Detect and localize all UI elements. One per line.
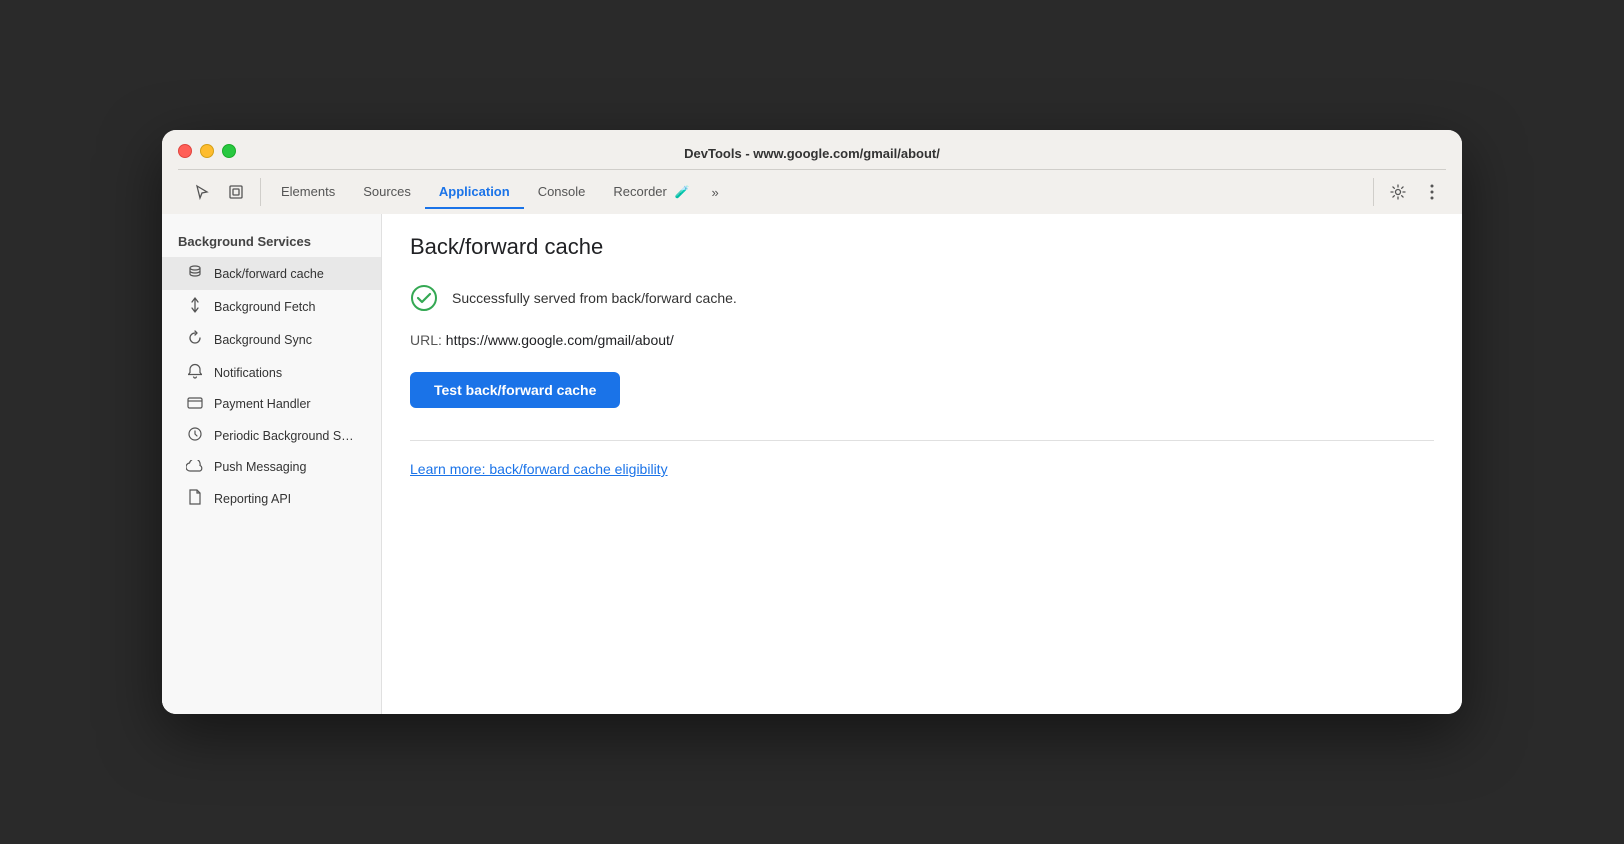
tab-console[interactable]: Console <box>524 176 600 209</box>
sidebar-item-notifications[interactable]: Notifications <box>162 356 381 389</box>
tab-sources[interactable]: Sources <box>349 176 425 209</box>
titlebar: DevTools - www.google.com/gmail/about/ E… <box>162 130 1462 214</box>
sidebar-item-label: Background Fetch <box>214 300 315 314</box>
sidebar-item-payment-handler[interactable]: Payment Handler <box>162 389 381 419</box>
main-content: Back/forward cache Successfully served f… <box>382 214 1462 714</box>
tab-recorder[interactable]: Recorder 🧪 <box>599 176 703 209</box>
sidebar-item-label: Periodic Background S… <box>214 429 354 443</box>
sidebar-item-background-fetch[interactable]: Background Fetch <box>162 290 381 323</box>
test-button[interactable]: Test back/forward cache <box>410 372 620 408</box>
sidebar-item-label: Payment Handler <box>214 397 311 411</box>
sidebar-item-label: Reporting API <box>214 492 291 506</box>
page-title: Back/forward cache <box>410 234 1434 260</box>
sidebar-item-label: Back/forward cache <box>214 267 324 281</box>
url-value: https://www.google.com/gmail/about/ <box>446 332 674 348</box>
inspect-icon[interactable] <box>222 178 250 206</box>
content-area: Background Services Back/forward cache <box>162 214 1462 714</box>
url-label: URL: <box>410 332 442 348</box>
tab-application[interactable]: Application <box>425 176 524 209</box>
sync-icon <box>186 330 204 349</box>
sidebar-item-periodic-background-sync[interactable]: Periodic Background S… <box>162 419 381 452</box>
sidebar-item-push-messaging[interactable]: Push Messaging <box>162 452 381 482</box>
database-icon <box>186 264 204 283</box>
document-icon <box>186 489 204 508</box>
more-tabs-button[interactable]: » <box>703 177 726 208</box>
toolbar-icon-group <box>178 178 261 206</box>
url-row: URL: https://www.google.com/gmail/about/ <box>410 332 1434 348</box>
sidebar: Background Services Back/forward cache <box>162 214 382 714</box>
learn-more-link[interactable]: Learn more: back/forward cache eligibili… <box>410 461 668 477</box>
sidebar-section-title: Background Services <box>162 230 381 257</box>
toolbar: Elements Sources Application Console Rec… <box>178 169 1446 214</box>
tab-elements[interactable]: Elements <box>267 176 349 209</box>
window-title: DevTools - www.google.com/gmail/about/ <box>178 146 1446 161</box>
sidebar-item-back-forward-cache[interactable]: Back/forward cache <box>162 257 381 290</box>
sidebar-item-background-sync[interactable]: Background Sync <box>162 323 381 356</box>
sidebar-item-label: Push Messaging <box>214 460 306 474</box>
bell-icon <box>186 363 204 382</box>
payment-icon <box>186 396 204 412</box>
more-options-icon[interactable] <box>1418 178 1446 206</box>
settings-icon[interactable] <box>1384 178 1412 206</box>
success-row: Successfully served from back/forward ca… <box>410 284 1434 312</box>
cursor-icon[interactable] <box>188 178 216 206</box>
sidebar-item-label: Background Sync <box>214 333 312 347</box>
sidebar-item-label: Notifications <box>214 366 282 380</box>
clock-icon <box>186 426 204 445</box>
toolbar-right <box>1373 178 1446 206</box>
success-icon <box>410 284 438 312</box>
fetch-icon <box>186 297 204 316</box>
cloud-icon <box>186 459 204 475</box>
success-message: Successfully served from back/forward ca… <box>452 290 737 306</box>
devtools-window: DevTools - www.google.com/gmail/about/ E… <box>162 130 1462 714</box>
divider <box>410 440 1434 441</box>
sidebar-item-reporting-api[interactable]: Reporting API <box>162 482 381 515</box>
